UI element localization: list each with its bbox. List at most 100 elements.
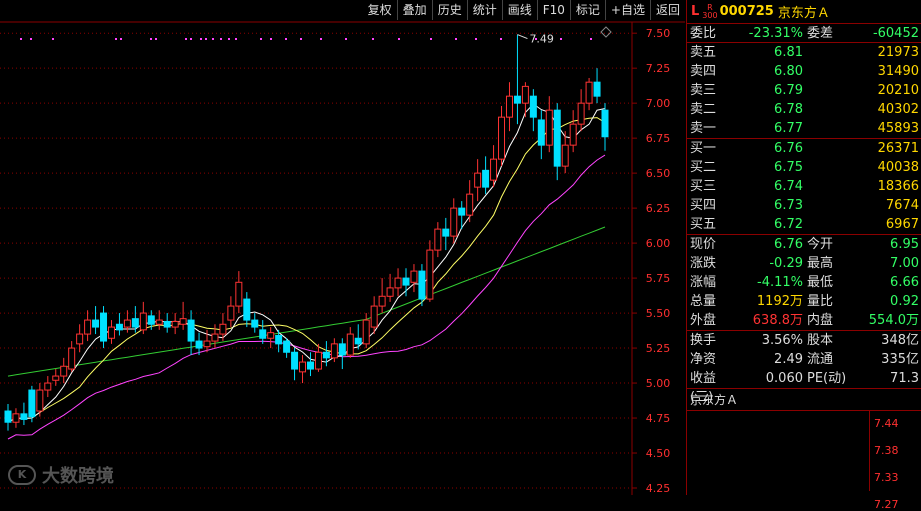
candle-body (362, 319, 370, 345)
stat-label2: 流通 (807, 352, 834, 367)
signal-dot (155, 38, 157, 40)
y-tick-label: 6.00 (646, 237, 671, 250)
sells-volume: 31490 (877, 64, 919, 79)
candle-body (601, 109, 609, 138)
candle-body (291, 351, 299, 370)
candle-body (498, 116, 506, 160)
buys-row: 买三 6.74 18366 (687, 177, 921, 196)
quote-row: 现价 6.76 今开 6.95 (687, 235, 921, 254)
quote-row: 涨跌 -0.29 最高 7.00 (687, 254, 921, 273)
candle-body (330, 343, 338, 359)
ma20-line (7, 154, 606, 440)
candle-body (299, 361, 307, 373)
candle-body (4, 410, 12, 423)
toolbar-button-3[interactable]: 统计 (466, 0, 502, 20)
stat-row: 净资 2.49 流通 335亿 (687, 350, 921, 369)
sells-row: 卖三 6.79 20210 (687, 81, 921, 100)
stock-name: 京东方Ａ (777, 6, 830, 21)
candle-body (227, 305, 235, 321)
candle-body (314, 351, 322, 370)
sells-volume: 21973 (877, 45, 919, 60)
kline-chart[interactable]: 7.50 7.25 7.00 6.75 6.50 6.25 6.00 5.75 5.50 5.25… (0, 0, 685, 495)
y-tick-label: 7.00 (646, 97, 671, 110)
stat-value2: 335亿 (881, 352, 919, 367)
ma60-line (7, 226, 606, 377)
signal-dot (52, 38, 54, 40)
signal-dot (200, 38, 202, 40)
quote-label: 外盘 (690, 313, 717, 328)
toolbar-button-2[interactable]: 历史 (431, 0, 467, 20)
buys-volume: 26371 (877, 141, 919, 156)
signal-dot (475, 38, 477, 40)
stock-header: L R 300 000725 京东方Ａ (687, 0, 921, 24)
y-tick-label: 6.25 (646, 202, 671, 215)
toolbar-button-7[interactable]: +自选 (604, 0, 650, 20)
order-ratio-value: -23.31% (748, 26, 803, 41)
order-ratio-label: 委比 (690, 26, 717, 41)
buys-spacer (803, 177, 847, 196)
quote-label: 涨幅 (690, 275, 717, 290)
candle-body (44, 382, 52, 391)
y-tick-label: 4.50 (646, 447, 671, 460)
stock-code: 000725 (719, 4, 774, 19)
quote-value2: 6.66 (890, 275, 919, 290)
stat-value: 3.56% (761, 333, 803, 348)
y-tick-label: 5.25 (646, 342, 671, 355)
signal-dot (235, 38, 237, 40)
candle-body (243, 298, 251, 321)
candle-body (553, 109, 561, 167)
buys-price: 6.74 (774, 179, 803, 194)
y-tick-label: 6.75 (646, 132, 671, 145)
y-tick-label: 7.50 (646, 27, 671, 40)
candle-body (259, 329, 267, 339)
sells-price: 6.77 (774, 121, 803, 136)
candle-body (490, 158, 498, 181)
candle-body (131, 318, 139, 328)
toolbar-button-0[interactable]: 复权 (363, 0, 397, 20)
toolbar-button-8[interactable]: 返回 (649, 0, 685, 20)
candle-body (20, 413, 28, 420)
candle-body (179, 318, 187, 325)
sells-spacer (803, 62, 847, 81)
buys-label: 买三 (690, 179, 717, 194)
signal-dot (455, 38, 457, 40)
signal-dot (320, 38, 322, 40)
sells-volume: 45893 (877, 121, 919, 136)
ma5-line (7, 103, 606, 423)
candle-body (36, 389, 44, 412)
candle-body (410, 270, 418, 283)
signal-dot (260, 38, 262, 40)
signal-dot (115, 38, 117, 40)
quote-label: 总量 (690, 294, 717, 309)
buys-row: 买四 6.73 7674 (687, 196, 921, 215)
candle-body (306, 361, 314, 370)
sells-row: 卖二 6.78 40302 (687, 100, 921, 119)
candle-body (12, 413, 20, 423)
quote-value2: 6.95 (890, 237, 919, 252)
buys-volume: 40038 (877, 160, 919, 175)
toolbar-button-6[interactable]: 标记 (569, 0, 605, 20)
settings-diamond-icon[interactable] (600, 26, 612, 38)
candle-body (378, 295, 386, 307)
candle-body (545, 109, 553, 146)
toolbar-button-4[interactable]: 画线 (501, 0, 537, 20)
signal-dot (30, 38, 32, 40)
quote-label: 涨跌 (690, 256, 717, 271)
quote-value: 638.8万 (752, 313, 803, 328)
candle-body (251, 319, 259, 328)
mini-tick-label: 7.38 (874, 444, 899, 457)
kline-svg[interactable]: 7.50 7.25 7.00 6.75 6.50 6.25 6.00 5.75 5.50 5.25… (0, 0, 685, 495)
candle-body (139, 312, 147, 331)
signal-dot (220, 38, 222, 40)
candle-body (450, 207, 458, 237)
buys-spacer (803, 139, 847, 158)
toolbar-button-1[interactable]: 叠加 (396, 0, 432, 20)
candle-body (275, 334, 283, 345)
candle-body (338, 343, 346, 356)
quote-label2: 最低 (807, 275, 834, 290)
candle-body (68, 347, 76, 370)
toolbar-button-5[interactable]: F10 (536, 0, 570, 20)
mini-chart[interactable]: 7.44 7.38 7.33 7.27 (687, 411, 921, 511)
buys-volume: 7674 (885, 198, 919, 213)
buys-volume: 6967 (885, 217, 919, 232)
